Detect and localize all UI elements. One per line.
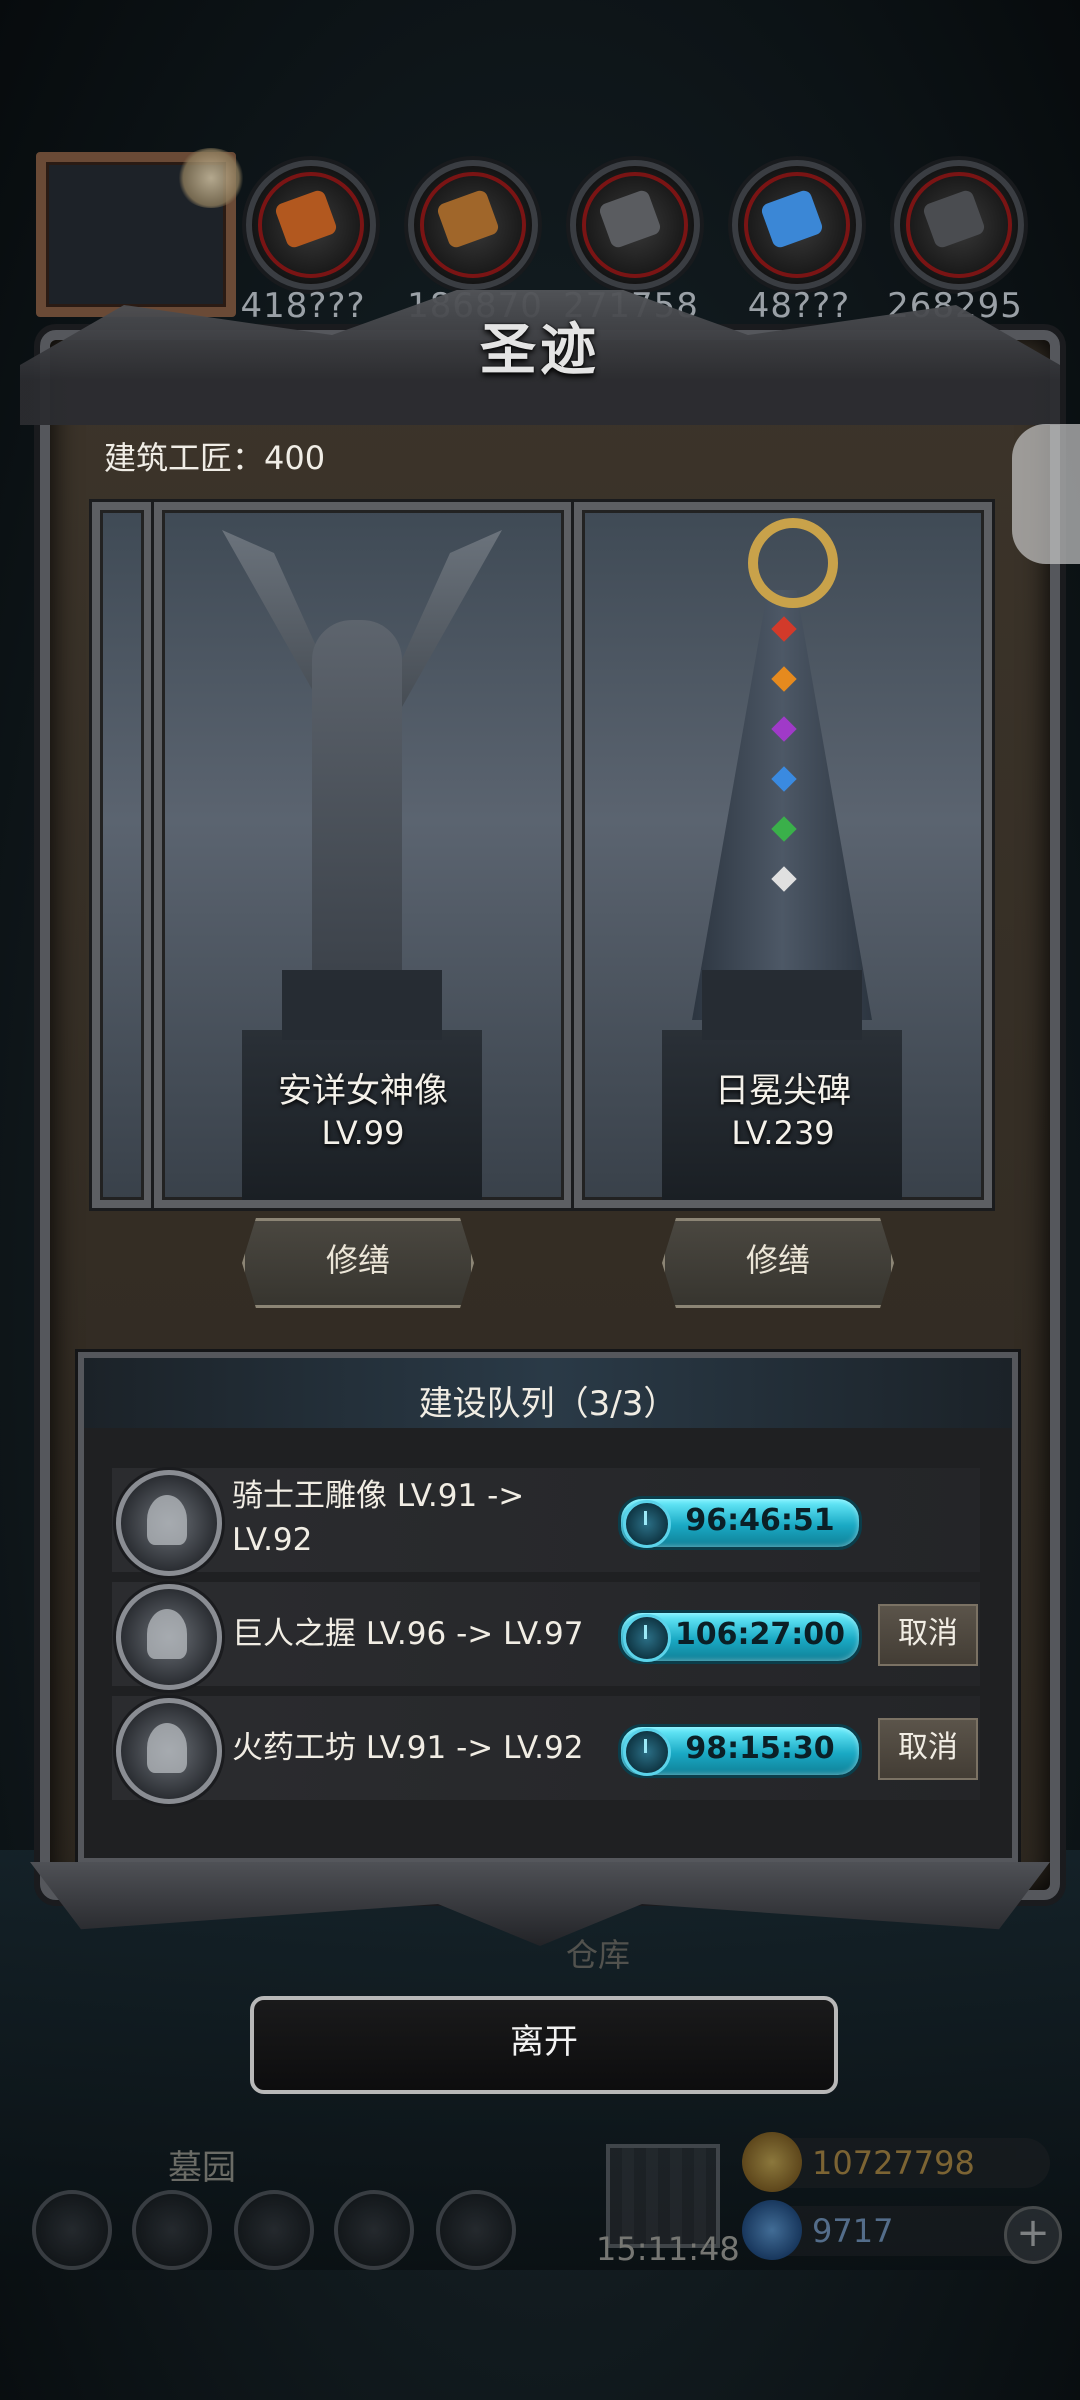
sun-ring-icon xyxy=(748,518,838,608)
monument-card-partial[interactable] xyxy=(92,502,152,1208)
mail-icon[interactable] xyxy=(334,2190,414,2270)
obelisk-image xyxy=(692,590,872,1020)
iron-icon[interactable] xyxy=(894,160,1024,290)
achievement-icon[interactable] xyxy=(132,2190,212,2270)
clock-icon xyxy=(623,1614,671,1662)
crystal-icon[interactable] xyxy=(732,160,862,290)
queue-timer: 98:15:30 xyxy=(618,1724,862,1778)
map-icon[interactable] xyxy=(234,2190,314,2270)
monument-card[interactable]: 日冕尖碑 LV.239 xyxy=(574,502,992,1208)
clock-icon xyxy=(623,1500,671,1548)
queue-title: 建设队列（3/3） xyxy=(418,1384,678,1424)
side-tab[interactable] xyxy=(1012,424,1080,564)
player-portrait[interactable] xyxy=(36,148,246,317)
cancel-button[interactable]: 取消 xyxy=(878,1604,978,1666)
goddess-statue-image xyxy=(312,620,402,1000)
cemetery-label: 墓园 xyxy=(168,2148,236,2188)
gold-icon xyxy=(742,2132,802,2192)
bag-icon[interactable] xyxy=(436,2190,516,2270)
icon-figure xyxy=(147,1609,187,1659)
queue-row: 骑士王雕像 LV.91 -> LV.92 96:46:51 xyxy=(112,1468,980,1576)
icon-figure xyxy=(147,1495,187,1545)
knight-statue-icon xyxy=(116,1470,222,1576)
gift-timer: 15:11:48 xyxy=(596,2230,740,2268)
monument-name: 安详女神像 xyxy=(278,1071,448,1111)
portrait-ornament xyxy=(176,148,246,208)
giant-grip-icon xyxy=(116,1584,222,1690)
build-queue-panel: 建设队列（3/3） 骑士王雕像 LV.91 -> LV.92 96:46:51 … xyxy=(78,1352,1018,1864)
wood-icon[interactable] xyxy=(408,160,538,290)
icon-figure xyxy=(147,1723,187,1773)
add-gems-button[interactable]: + xyxy=(1004,2206,1062,2264)
queue-row: 巨人之握 LV.96 -> LV.97 106:27:00 取消 xyxy=(112,1582,980,1690)
monument-name: 日冕尖碑 xyxy=(715,1071,851,1111)
gold-value: 10727798 xyxy=(812,2144,975,2182)
gem-icon xyxy=(742,2200,802,2260)
timer-text: 98:15:30 xyxy=(685,1731,835,1766)
meat-icon[interactable] xyxy=(246,160,376,290)
gold-counter: 10727798 xyxy=(742,2132,1050,2192)
monument-level: LV.99 xyxy=(321,1114,405,1152)
queue-row: 火药工坊 LV.91 -> LV.92 98:15:30 取消 xyxy=(112,1696,980,1804)
queue-item-label: 火药工坊 LV.91 -> LV.92 xyxy=(232,1730,584,1766)
gunpowder-workshop-icon xyxy=(116,1698,222,1804)
queue-item-label: 巨人之握 LV.96 -> LV.97 xyxy=(232,1616,584,1652)
settings-icon[interactable] xyxy=(32,2190,112,2270)
warehouse-label: 仓库 xyxy=(566,1936,631,1974)
clock-icon xyxy=(623,1728,671,1776)
cancel-button[interactable]: 取消 xyxy=(878,1718,978,1780)
queue-timer: 96:46:51 xyxy=(618,1496,862,1550)
stone-icon[interactable] xyxy=(570,160,700,290)
panel-title: 圣迹 xyxy=(480,318,600,383)
repair-button[interactable]: 修缮 xyxy=(242,1218,474,1308)
monument-level: LV.239 xyxy=(731,1114,835,1152)
queue-item-label: 骑士王雕像 LV.91 -> LV.92 xyxy=(232,1478,525,1558)
gem-value: 9717 xyxy=(812,2212,894,2250)
builders-count: 建筑工匠：400 xyxy=(104,439,326,477)
leave-button[interactable]: 离开 xyxy=(250,1996,838,2094)
repair-button[interactable]: 修缮 xyxy=(662,1218,894,1308)
meat-value: 418??? xyxy=(240,286,366,326)
monument-card[interactable]: 安详女神像 LV.99 xyxy=(154,502,572,1208)
queue-timer: 106:27:00 xyxy=(618,1610,862,1664)
timer-text: 96:46:51 xyxy=(685,1503,835,1538)
crystal-value: 48??? xyxy=(747,286,851,326)
timer-text: 106:27:00 xyxy=(674,1617,846,1652)
